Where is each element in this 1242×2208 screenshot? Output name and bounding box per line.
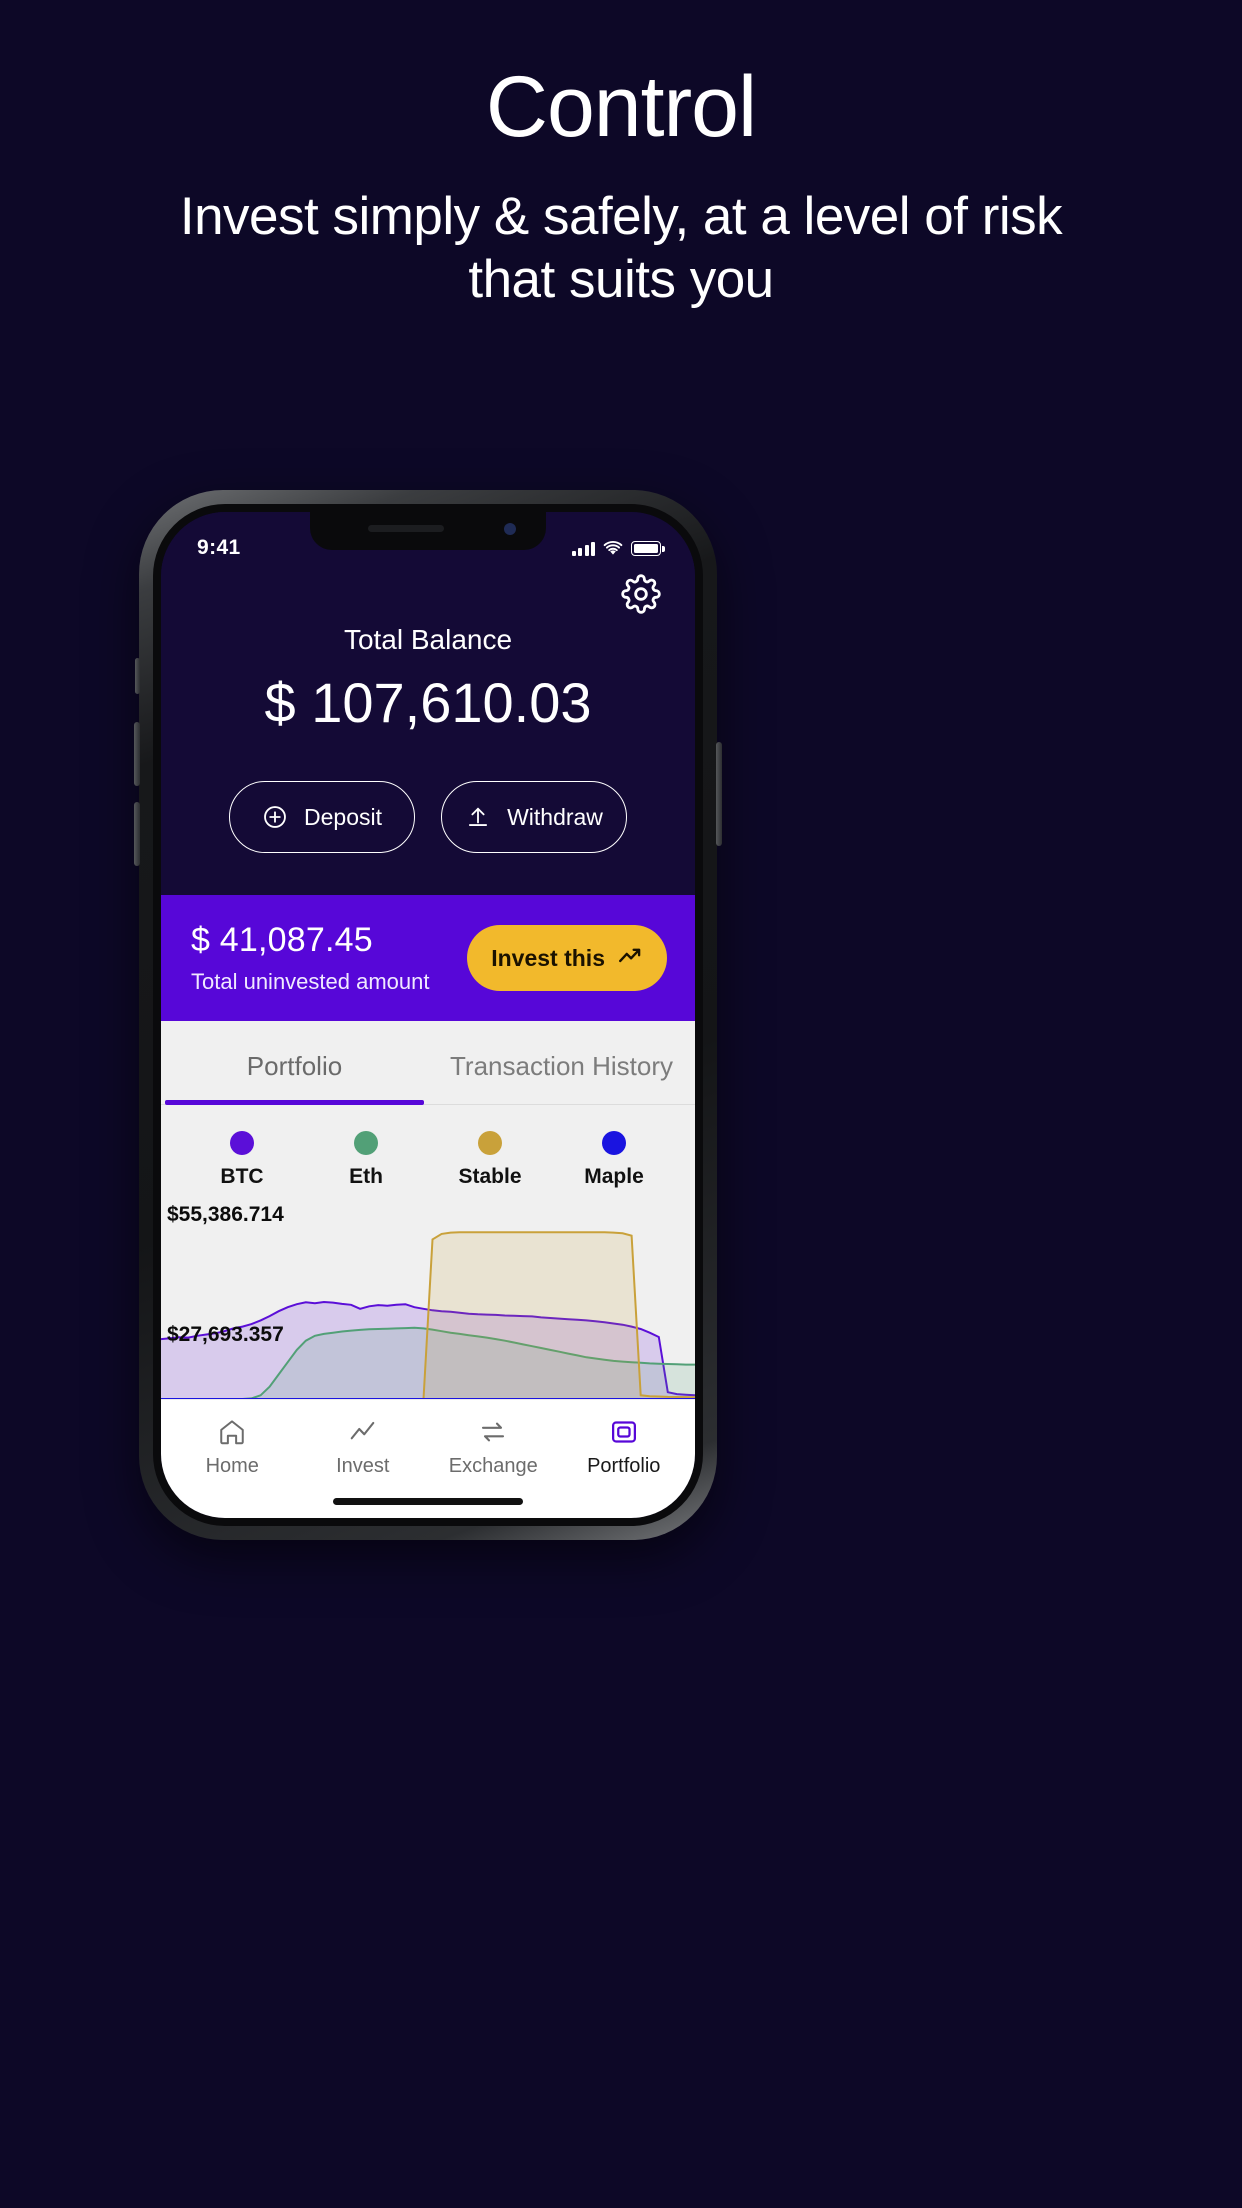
swap-arrows-icon xyxy=(433,1416,553,1448)
nav-item-invest[interactable]: Invest xyxy=(303,1416,423,1478)
line-chart-icon xyxy=(303,1416,423,1448)
chart-legend: BTC Eth Stable Maple xyxy=(161,1105,695,1199)
uninvested-banner: $ 41,087.45 Total uninvested amount Inve… xyxy=(161,895,695,1021)
power-button[interactable] xyxy=(716,742,722,846)
nav-label-portfolio: Portfolio xyxy=(587,1455,661,1477)
nav-label-home: Home xyxy=(205,1455,259,1477)
cellular-signal-icon xyxy=(571,541,595,556)
legend-label-stable: Stable xyxy=(458,1165,522,1188)
balance-section: Total Balance $ 107,610.03 Deposit Withd… xyxy=(161,570,695,895)
legend-item-eth[interactable]: Eth xyxy=(304,1131,428,1189)
deposit-label: Deposit xyxy=(304,803,382,830)
nav-item-exchange[interactable]: Exchange xyxy=(433,1416,553,1478)
phone-bezel: 9:41 Total Balance $ 107,610.03 Deposit … xyxy=(153,504,703,1526)
phone-screen: 9:41 Total Balance $ 107,610.03 Deposit … xyxy=(161,512,695,1518)
phone-mockup: 9:41 Total Balance $ 107,610.03 Deposit … xyxy=(134,490,722,1540)
battery-full-icon xyxy=(631,540,665,556)
portfolio-panel: Portfolio Transaction History BTC Eth St… xyxy=(161,1021,695,1399)
wallet-icon xyxy=(564,1416,684,1448)
bottom-navigation: Home Invest Exchange Portfolio xyxy=(161,1399,695,1484)
status-icons xyxy=(571,540,665,556)
uninvested-amount: $ 41,087.45 xyxy=(191,921,373,959)
chart-axis-label-top: $55,386.714 xyxy=(167,1203,284,1226)
home-icon xyxy=(172,1416,292,1448)
portfolio-chart: $55,386.714 $27,693.357 xyxy=(161,1199,695,1399)
wifi-icon xyxy=(603,540,623,556)
balance-label: Total Balance xyxy=(343,624,513,655)
deposit-button[interactable]: Deposit xyxy=(229,781,415,853)
chart-canvas xyxy=(161,1231,695,1399)
page-root: Control Invest simply & safely, at a lev… xyxy=(0,0,1242,2208)
invest-this-button[interactable]: Invest this xyxy=(467,925,667,991)
tab-transaction-history[interactable]: Transaction History xyxy=(428,1021,695,1104)
uninvested-info: $ 41,087.45 Total uninvested amount xyxy=(191,921,430,995)
legend-dot-stable xyxy=(478,1131,502,1155)
uninvested-caption: Total uninvested amount xyxy=(191,969,430,994)
invest-this-label: Invest this xyxy=(491,944,605,971)
balance-value: $ 107,610.03 xyxy=(264,671,592,734)
nav-label-exchange: Exchange xyxy=(448,1455,538,1477)
status-time: 9:41 xyxy=(197,536,241,559)
upload-arrow-icon xyxy=(465,804,491,830)
legend-label-btc: BTC xyxy=(220,1165,264,1188)
earpiece-speaker xyxy=(368,525,444,532)
front-camera-icon xyxy=(504,523,516,535)
legend-item-maple[interactable]: Maple xyxy=(552,1131,676,1189)
trending-up-icon xyxy=(617,942,643,974)
withdraw-button[interactable]: Withdraw xyxy=(441,781,627,853)
nav-label-invest: Invest xyxy=(336,1455,390,1477)
settings-row xyxy=(161,570,695,614)
legend-dot-eth xyxy=(354,1131,378,1155)
legend-item-btc[interactable]: BTC xyxy=(180,1131,304,1189)
legend-dot-maple xyxy=(602,1131,626,1155)
plus-circle-icon xyxy=(262,804,288,830)
volume-down-button[interactable] xyxy=(134,802,140,866)
legend-dot-btc xyxy=(230,1131,254,1155)
phone-frame: 9:41 Total Balance $ 107,610.03 Deposit … xyxy=(134,490,722,1540)
notch xyxy=(310,512,546,550)
panel-tabs: Portfolio Transaction History xyxy=(161,1021,695,1106)
home-indicator[interactable] xyxy=(161,1484,695,1518)
legend-item-stable[interactable]: Stable xyxy=(428,1131,552,1189)
tab-portfolio[interactable]: Portfolio xyxy=(161,1021,428,1106)
silent-switch[interactable] xyxy=(135,658,140,694)
nav-item-home[interactable]: Home xyxy=(172,1416,292,1478)
legend-label-maple: Maple xyxy=(584,1165,644,1188)
hero-section: Control Invest simply & safely, at a lev… xyxy=(0,0,1242,311)
action-buttons: Deposit Withdraw xyxy=(161,781,695,853)
nav-item-portfolio[interactable]: Portfolio xyxy=(564,1416,684,1478)
gear-icon[interactable] xyxy=(621,574,661,614)
chart-axis-label-mid: $27,693.357 xyxy=(167,1323,284,1346)
legend-label-eth: Eth xyxy=(349,1165,383,1188)
hero-subtitle: Invest simply & safely, at a level of ri… xyxy=(179,187,1063,309)
page-title: Control xyxy=(485,59,757,155)
volume-up-button[interactable] xyxy=(134,722,140,786)
withdraw-label: Withdraw xyxy=(507,803,603,830)
